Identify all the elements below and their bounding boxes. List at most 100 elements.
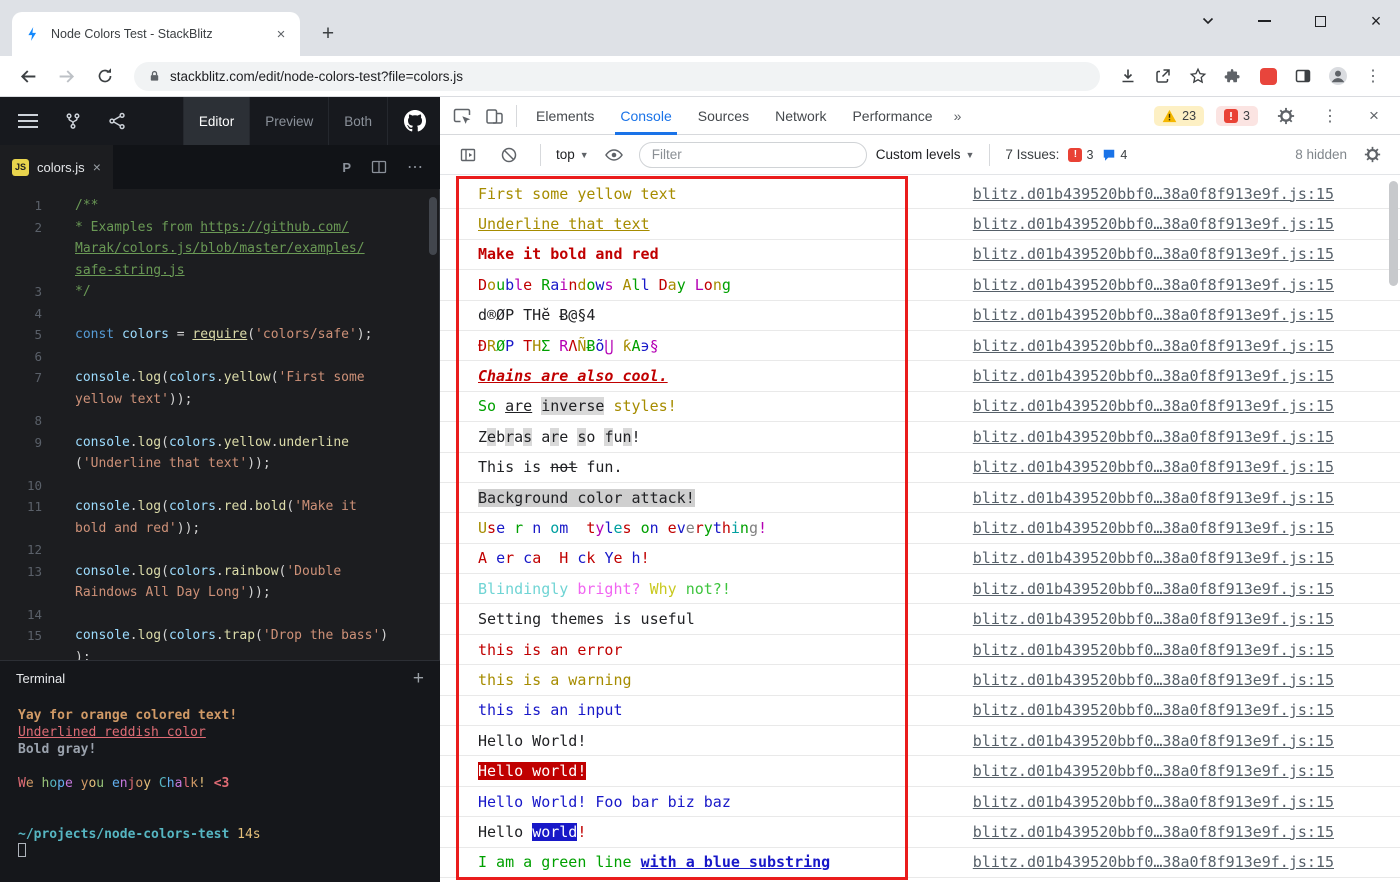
bookmark-star-icon[interactable] [1183,61,1213,91]
js-context-dropdown[interactable]: top▼ [556,147,589,162]
reload-button[interactable] [88,60,121,93]
console-source-link[interactable]: blitz.d01b439520bbf0…38a0f8f913e9f.js:15 [973,276,1334,294]
split-editor-icon[interactable] [371,159,387,175]
devtools-tab-network[interactable]: Network [762,97,839,135]
browser-menu-kebab-icon[interactable]: ⋮ [1358,61,1388,91]
url-text[interactable]: stackblitz.com/edit/node-colors-test?fil… [170,69,463,84]
devtools-menu-kebab-icon[interactable]: ⋮ [1314,100,1346,132]
console-source-link[interactable]: blitz.d01b439520bbf0…38a0f8f913e9f.js:15 [973,701,1334,719]
issues-label[interactable]: 7 Issues: [1005,147,1059,162]
code-line: 2* Examples from https://github.com/ [0,217,439,239]
prettier-icon[interactable]: P [342,160,351,175]
download-icon[interactable] [1113,61,1143,91]
share-nodes-icon[interactable] [108,112,126,130]
inspect-element-icon[interactable] [446,100,478,132]
console-source-link[interactable]: blitz.d01b439520bbf0…38a0f8f913e9f.js:15 [973,641,1334,659]
more-tabs-icon[interactable]: » [946,108,970,124]
console-source-link[interactable]: blitz.d01b439520bbf0…38a0f8f913e9f.js:15 [973,610,1334,628]
tab-preview[interactable]: Preview [250,97,329,145]
log-levels-dropdown[interactable]: Custom levels▼ [876,147,975,162]
file-close-icon[interactable]: × [93,159,101,175]
tab-close-icon[interactable]: × [272,25,290,43]
devtools-tab-sources[interactable]: Sources [685,97,762,135]
file-tab-colors-js[interactable]: JS colors.js × [0,145,113,189]
console-source-link[interactable]: blitz.d01b439520bbf0…38a0f8f913e9f.js:15 [973,671,1334,689]
terminal-output[interactable]: Yay for orange colored text!Underlined r… [0,695,440,882]
devtools-tab-elements[interactable]: Elements [523,97,607,135]
tab-title: Node Colors Test - StackBlitz [51,27,263,41]
new-tab-button[interactable]: + [314,20,342,48]
console-source-link[interactable]: blitz.d01b439520bbf0…38a0f8f913e9f.js:15 [973,823,1334,841]
divider [540,144,541,166]
terminal-line: Bold gray! [18,741,440,758]
stackblitz-panel: Editor Preview Both JS colors.js × P [0,97,440,882]
hidden-messages-label[interactable]: 8 hidden [1295,147,1347,162]
console-row: Hello World! Foo bar biz bazblitz.d01b43… [440,787,1400,817]
browser-tab[interactable]: Node Colors Test - StackBlitz × [12,12,300,56]
console-source-link[interactable]: blitz.d01b439520bbf0…38a0f8f913e9f.js:15 [973,580,1334,598]
warnings-badge[interactable]: 23 [1154,106,1204,126]
share-icon[interactable] [1148,61,1178,91]
console-source-link[interactable]: blitz.d01b439520bbf0…38a0f8f913e9f.js:15 [973,793,1334,811]
console-message: Blindingly bright? Why not?! [478,580,731,598]
new-terminal-button[interactable]: + [413,669,424,688]
console-source-link[interactable]: blitz.d01b439520bbf0…38a0f8f913e9f.js:15 [973,549,1334,567]
github-icon[interactable] [404,110,426,132]
devtools-tab-console[interactable]: Console [607,97,684,135]
live-expression-eye-icon[interactable] [598,139,630,171]
console-sidebar-icon[interactable] [452,139,484,171]
tab-editor[interactable]: Editor [184,97,250,145]
console-source-link[interactable]: blitz.d01b439520bbf0…38a0f8f913e9f.js:15 [973,489,1334,507]
window-content: Editor Preview Both JS colors.js × P [0,97,1400,882]
console-source-link[interactable]: blitz.d01b439520bbf0…38a0f8f913e9f.js:15 [973,185,1334,203]
issues-error-badge[interactable]: ! 3 [1068,148,1093,162]
console-source-link[interactable]: blitz.d01b439520bbf0…38a0f8f913e9f.js:15 [973,762,1334,780]
console-source-link[interactable]: blitz.d01b439520bbf0…38a0f8f913e9f.js:15 [973,732,1334,750]
forward-button[interactable] [50,60,83,93]
console-row: this is an inputblitz.d01b439520bbf0…38a… [440,696,1400,726]
errors-badge[interactable]: 3 [1216,106,1258,126]
devtools-tab-bar: Elements Console Sources Network Perform… [440,97,1400,135]
editor-scrollbar[interactable] [429,197,437,255]
console-row: d®ØP THĕ Ƀ@§4blitz.d01b439520bbf0…38a0f8… [440,301,1400,331]
console-source-link[interactable]: blitz.d01b439520bbf0…38a0f8f913e9f.js:15 [973,306,1334,324]
console-source-link[interactable]: blitz.d01b439520bbf0…38a0f8f913e9f.js:15 [973,367,1334,385]
fork-icon[interactable] [64,112,82,130]
console-output[interactable]: First some yellow textblitz.d01b439520bb… [440,175,1400,882]
console-source-link[interactable]: blitz.d01b439520bbf0…38a0f8f913e9f.js:15 [973,853,1334,871]
address-bar[interactable]: stackblitz.com/edit/node-colors-test?fil… [134,62,1100,91]
clear-console-icon[interactable] [493,139,525,171]
tab-both[interactable]: Both [329,97,388,145]
devtools-tab-performance[interactable]: Performance [839,97,945,135]
code-editor[interactable]: 1/**2* Examples from https://github.com/… [0,189,440,660]
console-scrollbar[interactable] [1389,181,1398,286]
more-options-icon[interactable]: ⋯ [407,157,424,177]
devtools-settings-gear-icon[interactable] [1270,100,1302,132]
profile-avatar[interactable] [1323,61,1353,91]
tab-search-chevron-icon[interactable] [1198,11,1218,31]
console-source-link[interactable]: blitz.d01b439520bbf0…38a0f8f913e9f.js:15 [973,215,1334,233]
console-row: Hello world!blitz.d01b439520bbf0…38a0f8f… [440,756,1400,786]
console-source-link[interactable]: blitz.d01b439520bbf0…38a0f8f913e9f.js:15 [973,458,1334,476]
console-source-link[interactable]: blitz.d01b439520bbf0…38a0f8f913e9f.js:15 [973,245,1334,263]
device-toolbar-icon[interactable] [478,100,510,132]
extension-badge-icon[interactable] [1253,61,1283,91]
hamburger-menu-icon[interactable] [18,114,38,128]
code-line: 15console.log(colors.trap('Drop the bass… [0,625,439,647]
extensions-puzzle-icon[interactable] [1218,61,1248,91]
console-source-link[interactable]: blitz.d01b439520bbf0…38a0f8f913e9f.js:15 [973,337,1334,355]
console-settings-gear-icon[interactable] [1356,139,1388,171]
maximize-button[interactable] [1310,11,1330,31]
minimize-button[interactable] [1254,11,1274,31]
close-window-button[interactable]: × [1366,11,1386,31]
line-number: 9 [0,432,42,454]
code-line: 13console.log(colors.rainbow('Double [0,561,439,583]
back-button[interactable] [12,60,45,93]
devtools-close-icon[interactable]: × [1358,100,1390,132]
console-filter-input[interactable] [639,142,867,168]
console-source-link[interactable]: blitz.d01b439520bbf0…38a0f8f913e9f.js:15 [973,397,1334,415]
console-source-link[interactable]: blitz.d01b439520bbf0…38a0f8f913e9f.js:15 [973,519,1334,537]
console-source-link[interactable]: blitz.d01b439520bbf0…38a0f8f913e9f.js:15 [973,428,1334,446]
side-panel-icon[interactable] [1288,61,1318,91]
issues-message-badge[interactable]: 4 [1102,148,1127,162]
